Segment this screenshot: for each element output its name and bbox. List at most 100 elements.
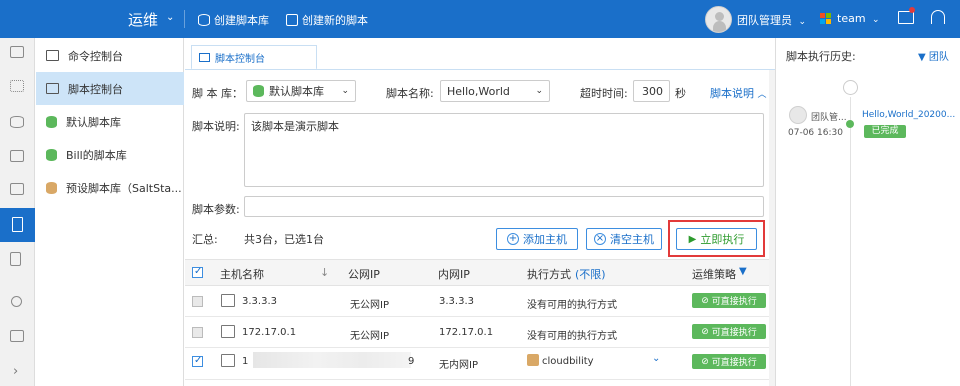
divider <box>184 10 185 28</box>
team-name: team <box>837 12 866 25</box>
sort-down-icon[interactable]: ↓ <box>320 266 329 279</box>
library-select-value: 默认脚本库 <box>269 85 324 98</box>
nav-item-label: 默认脚本库 <box>66 115 121 129</box>
clipboard-icon[interactable] <box>10 252 21 266</box>
network-icon[interactable] <box>10 80 24 92</box>
timeout-unit: 秒 <box>675 87 686 100</box>
create-library-label: 创建脚本库 <box>214 14 269 27</box>
clock-icon <box>843 80 858 95</box>
script-rail-item[interactable] <box>0 208 35 242</box>
chevron-down-icon[interactable]: ⌄ <box>652 353 660 364</box>
filter-icon[interactable]: ▼ <box>739 266 747 277</box>
create-library-button[interactable]: 创建脚本库 <box>198 12 269 28</box>
private-ip: 172.17.0.1 <box>439 327 494 338</box>
exec-filter[interactable]: (不限) <box>575 266 606 282</box>
timeline-dot <box>846 120 854 128</box>
host-name-suffix: 9 <box>408 356 415 367</box>
folder-icon[interactable] <box>10 183 24 195</box>
row-checkbox[interactable] <box>192 327 203 338</box>
timeout-label: 超时时间: <box>580 87 628 100</box>
script-console-icon <box>46 83 59 94</box>
table-header <box>185 259 775 286</box>
team-switcher[interactable]: team ⌄ <box>837 12 880 25</box>
history-title: 脚本执行历史: <box>786 50 856 63</box>
host-name-prefix: 1 <box>242 356 249 367</box>
user-menu[interactable]: 团队管理员 ⌄ <box>737 12 806 28</box>
mail-icon[interactable] <box>898 7 915 24</box>
script-desc-toggle[interactable]: 脚本说明 ︿ <box>710 85 767 101</box>
redacted-area <box>253 352 411 368</box>
history-time: 07-06 16:30 <box>788 128 843 138</box>
library-label: 脚 本 库： <box>192 87 243 100</box>
script-name-select[interactable]: Hello,World ⌄ <box>440 80 550 102</box>
exec-method-select[interactable]: cloudbility <box>542 356 594 367</box>
history-script-link[interactable]: Hello,World_20200... <box>862 110 955 120</box>
terminal-icon[interactable] <box>221 354 235 367</box>
terminal-icon[interactable] <box>221 325 235 338</box>
policy-badge[interactable]: ⊘ 可直接执行 <box>692 354 766 369</box>
plus-icon: + <box>507 233 519 245</box>
avatar[interactable] <box>705 6 732 33</box>
summary-label: 汇总: <box>192 233 218 246</box>
expand-icon[interactable]: › <box>13 364 18 379</box>
database-icon <box>46 181 57 194</box>
policy-badge[interactable]: ⊘ 可直接执行 <box>692 324 766 339</box>
nav-item-bill-library[interactable]: Bill的脚本库 <box>36 138 184 171</box>
nav-item-label: 脚本控制台 <box>68 82 123 96</box>
history-user: 团队管... <box>811 113 847 123</box>
document-icon <box>12 217 23 232</box>
check-circle-icon: ⊘ <box>701 295 709 306</box>
top-bar: 运维 ⌄ 创建脚本库 创建新的脚本 团队管理员 ⌄ team ⌄ <box>0 0 960 38</box>
storage-icon[interactable] <box>10 116 24 128</box>
team-logo-icon <box>820 13 832 25</box>
desc-textarea[interactable]: 该脚本是演示脚本 <box>244 113 764 187</box>
terminal-icon[interactable] <box>221 294 235 307</box>
avatar <box>789 106 807 124</box>
add-host-button[interactable]: + 添加主机 <box>496 228 578 250</box>
summary-value: 共3台，已选1台 <box>244 233 324 246</box>
nav-item-script-console[interactable]: 脚本控制台 <box>36 72 184 105</box>
create-script-button[interactable]: 创建新的脚本 <box>286 12 368 28</box>
select-all-checkbox[interactable] <box>192 266 203 278</box>
chevron-down-icon: ⌄ <box>798 17 807 27</box>
row-checkbox[interactable] <box>192 355 203 367</box>
chevron-up-icon: ︿ <box>757 90 767 100</box>
library-select[interactable]: 默认脚本库 ⌄ <box>246 80 356 102</box>
headset-icon[interactable] <box>931 10 945 24</box>
row-checkbox[interactable] <box>192 296 203 307</box>
create-script-label: 创建新的脚本 <box>302 14 368 27</box>
col-private-ip[interactable]: 内网IP <box>438 266 470 282</box>
history-filter[interactable]: ▼ 团队 <box>918 48 949 63</box>
app-title[interactable]: 运维 <box>128 9 158 30</box>
nav-item-command-console[interactable]: 命令控制台 <box>36 39 184 72</box>
checklist-icon[interactable] <box>10 330 24 342</box>
cloudbility-icon <box>527 354 539 366</box>
col-exec[interactable]: 执行方式 <box>527 266 571 282</box>
monitor-icon[interactable] <box>10 46 24 58</box>
search-icon[interactable] <box>11 296 22 307</box>
policy-label: 可直接执行 <box>711 358 757 368</box>
terminal-icon <box>46 50 59 61</box>
cloud-drive-icon[interactable] <box>10 150 24 162</box>
database-icon <box>253 85 264 97</box>
col-host[interactable]: 主机名称 <box>220 266 264 282</box>
history-panel <box>775 38 960 386</box>
clear-host-button[interactable]: × 清空主机 <box>586 228 662 250</box>
chevron-down-icon[interactable]: ⌄ <box>166 12 174 23</box>
nav-item-preset-library[interactable]: 预设脚本库（SaltSta... <box>36 171 184 204</box>
param-input[interactable] <box>244 196 764 217</box>
status-badge: 已完成 <box>864 125 906 138</box>
nav-item-default-library[interactable]: 默认脚本库 <box>36 105 184 138</box>
policy-badge[interactable]: ⊘ 可直接执行 <box>692 293 766 308</box>
desc-toggle-label: 脚本说明 <box>710 87 754 100</box>
check-circle-icon: ⊘ <box>701 356 709 367</box>
public-ip: 无公网IP <box>350 331 389 342</box>
nav-item-label: 预设脚本库（SaltSta... <box>66 181 182 195</box>
tab-script-console[interactable]: 脚本控制台 <box>191 45 317 70</box>
timeout-input[interactable]: 300 <box>633 80 670 102</box>
col-public-ip[interactable]: 公网IP <box>348 266 380 282</box>
script-name-value: Hello,World <box>447 84 510 98</box>
policy-label: 可直接执行 <box>711 297 757 307</box>
col-policy[interactable]: 运维策略 <box>692 266 736 282</box>
database-icon <box>198 14 210 26</box>
